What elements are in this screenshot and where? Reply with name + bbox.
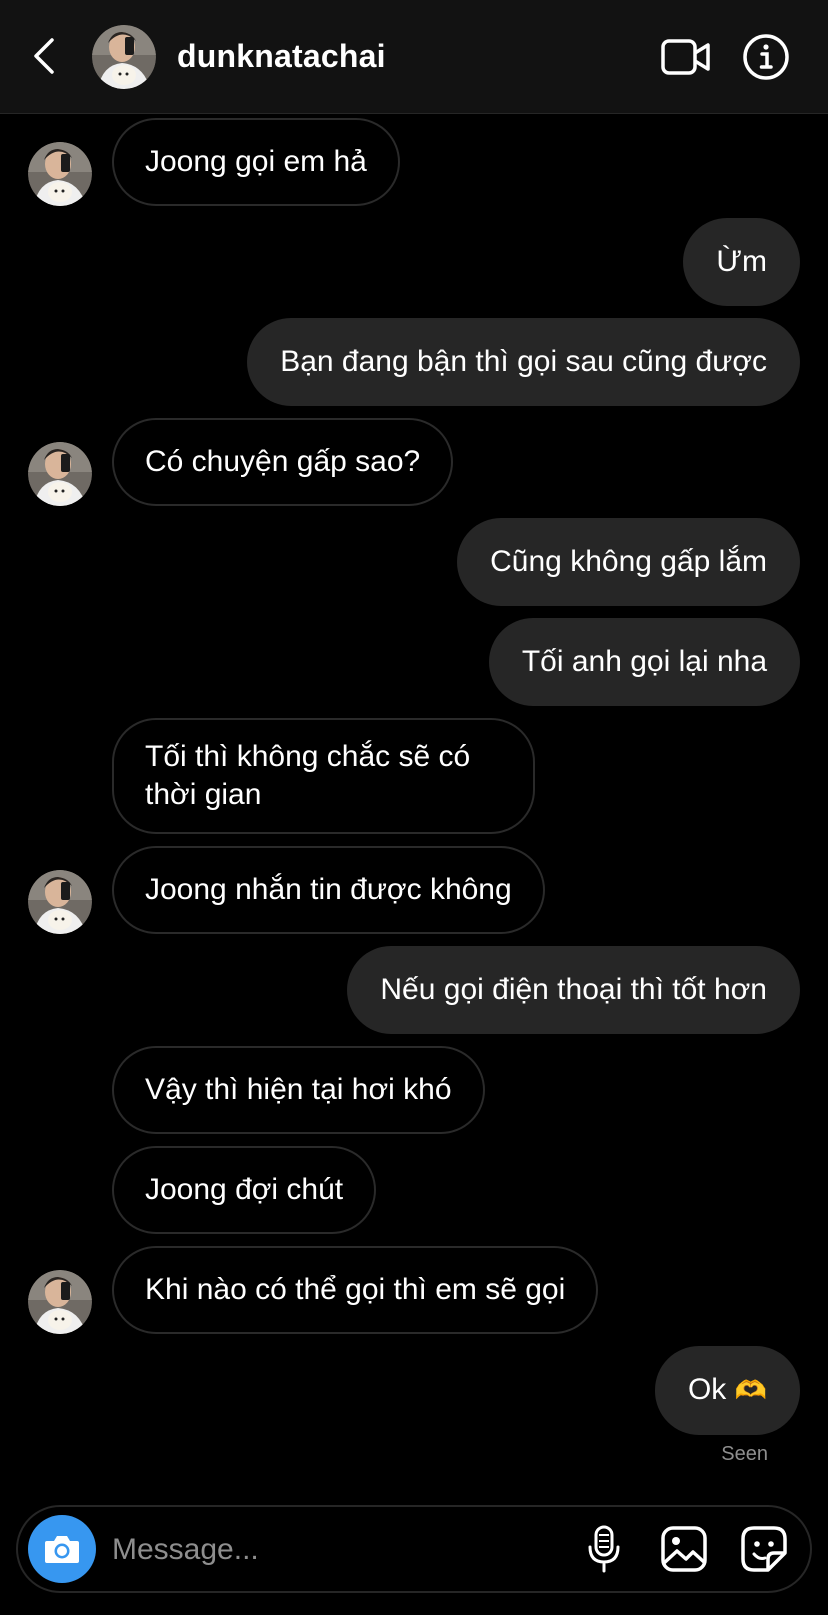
outgoing-message[interactable]: Ok 🫶 [654, 1346, 800, 1435]
outgoing-message[interactable]: Bạn đang bận thì gọi sau cũng được [247, 318, 800, 406]
message-text: Joong đợi chút [145, 1173, 344, 1206]
seen-status: Seen [721, 1443, 768, 1465]
message-text: Ừm [716, 245, 767, 278]
message-text: Nếu gọi điện thoại thì tốt hơn [380, 973, 767, 1006]
outgoing-message[interactable]: Ừm [683, 218, 800, 306]
sticker-button[interactable] [738, 1523, 790, 1575]
message-input[interactable] [110, 1527, 534, 1573]
message-text: Cũng không gấp lắm [490, 545, 767, 578]
outgoing-message[interactable]: Nếu gọi điện thoại thì tốt hơn [347, 946, 800, 1034]
message-text: Joong nhắn tin được không [145, 873, 512, 906]
chevron-left-icon [34, 38, 54, 74]
info-icon [743, 34, 789, 80]
message-text: Khi nào có thể gọi thì em sẽ gọi [145, 1273, 566, 1306]
incoming-message[interactable]: Joong nhắn tin được không [112, 846, 545, 934]
info-button[interactable] [742, 33, 790, 81]
incoming-message[interactable]: Tối thì không chắc sẽ có thời gian [112, 718, 535, 834]
message-text: Có chuyện gấp sao? [145, 445, 421, 478]
incoming-message[interactable]: Khi nào có thể gọi thì em sẽ gọi [112, 1246, 599, 1334]
message-text: Tối thì không chắc sẽ có thời gian [145, 740, 471, 811]
camera-icon [45, 1536, 79, 1563]
gallery-button[interactable] [658, 1523, 710, 1575]
back-button[interactable] [26, 34, 62, 78]
outgoing-message[interactable]: Cũng không gấp lắm [457, 518, 800, 606]
microphone-icon [588, 1525, 620, 1573]
sender-avatar[interactable] [28, 1270, 92, 1334]
sender-avatar[interactable] [28, 442, 92, 506]
message-composer [16, 1505, 812, 1593]
message-text: Tối anh gọi lại nha [521, 645, 767, 678]
video-camera-icon [661, 39, 710, 75]
message-text: Bạn đang bận thì gọi sau cũng được [280, 345, 767, 378]
chat-username[interactable]: dunknatachai [177, 36, 386, 76]
outgoing-message[interactable]: Tối anh gọi lại nha [488, 618, 800, 706]
camera-button[interactable] [28, 1515, 96, 1583]
video-call-button[interactable] [660, 34, 712, 80]
incoming-message[interactable]: Có chuyện gấp sao? [112, 418, 454, 506]
heart-hands-emoji: 🫶 [734, 1376, 767, 1406]
message-text: Vậy thì hiện tại hơi khó [145, 1073, 452, 1106]
incoming-message[interactable]: Joong gọi em hả [112, 118, 400, 206]
voice-message-button[interactable] [578, 1523, 630, 1575]
header-avatar[interactable] [92, 25, 156, 89]
message-text: Joong gọi em hả [145, 145, 367, 178]
incoming-message[interactable]: Joong đợi chút [112, 1146, 377, 1234]
sender-avatar[interactable] [28, 870, 92, 934]
chat-header: dunknatachai [0, 0, 828, 114]
incoming-message[interactable]: Vậy thì hiện tại hơi khó [112, 1046, 485, 1134]
message-text: Ok [687, 1373, 727, 1406]
sender-avatar[interactable] [28, 142, 92, 206]
sticker-icon [741, 1526, 787, 1572]
image-icon [661, 1526, 707, 1572]
